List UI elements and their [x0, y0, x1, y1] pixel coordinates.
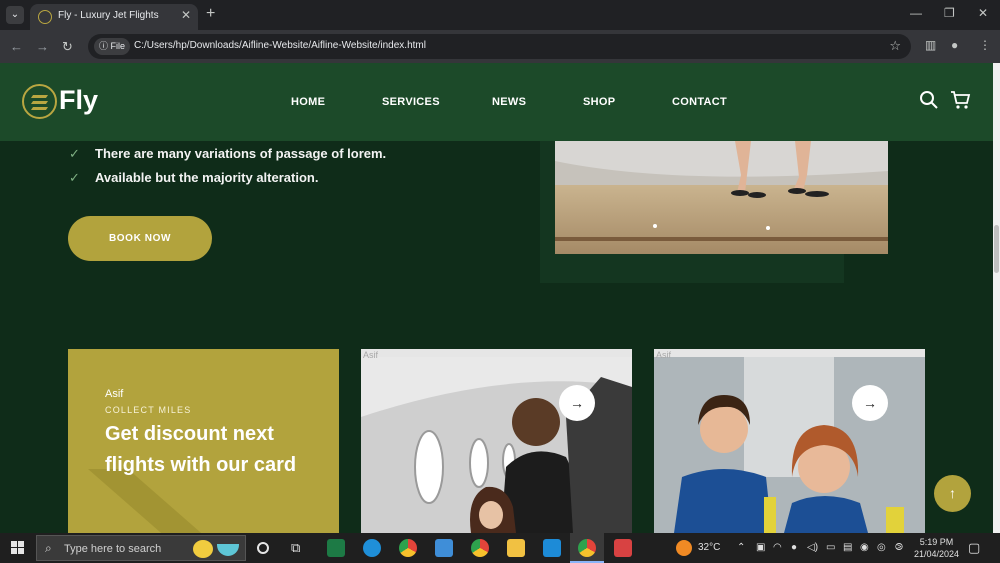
back-arrow-icon[interactable]: ←: [10, 39, 23, 54]
tray-app-icon[interactable]: ▤: [843, 542, 852, 553]
minimize-window-icon[interactable]: —: [910, 6, 922, 20]
taskbar-clock[interactable]: 5:19 PM 21/04/2024: [914, 536, 959, 560]
excel-icon[interactable]: [327, 539, 345, 557]
feature-item: Available but the majority alteration.: [95, 170, 319, 185]
search-icon: ⌕: [45, 541, 52, 555]
page-scrollbar[interactable]: [993, 63, 1000, 533]
browser-tab[interactable]: Fly - Luxury Jet Flights ✕: [30, 4, 198, 30]
tab-search-menu-button[interactable]: ⌄: [6, 6, 24, 24]
arrow-right-icon[interactable]: →: [559, 385, 595, 421]
weather-temperature[interactable]: 32°C: [698, 542, 720, 553]
weather-icon[interactable]: [676, 540, 692, 556]
clock-time: 5:19 PM: [919, 537, 954, 547]
feature-item: There are many variations of passage of …: [95, 146, 387, 161]
browser-tab-bar: ⌄ Fly - Luxury Jet Flights ✕ + — ❐ ✕: [0, 0, 1000, 30]
nav-services[interactable]: SERVICES: [382, 96, 440, 108]
battery-icon[interactable]: ▭: [826, 542, 835, 553]
forward-arrow-icon[interactable]: →: [36, 39, 49, 54]
taskbar-search-input[interactable]: ⌕ Type here to search: [36, 535, 246, 561]
card-label: Asif: [363, 350, 379, 360]
search-icon[interactable]: [919, 90, 939, 110]
notifications-icon[interactable]: ▢: [968, 540, 980, 556]
search-placeholder: Type here to search: [64, 543, 162, 555]
new-tab-button[interactable]: +: [206, 5, 215, 23]
stewardesses-photo: [654, 357, 925, 533]
bowl-icon: [217, 544, 239, 556]
task-view-icon[interactable]: ⧉: [291, 540, 300, 556]
page-content: ✓ There are many variations of passage o…: [0, 141, 993, 533]
nav-home[interactable]: HOME: [291, 96, 325, 108]
nav-contact[interactable]: CONTACT: [672, 96, 727, 108]
laptop-app-icon[interactable]: [435, 539, 453, 557]
cortana-icon[interactable]: [257, 542, 269, 554]
browser-menu-icon[interactable]: ⋮: [979, 38, 991, 52]
address-bar[interactable]: ⓘ File C:/Users/hp/Downloads/Aifline-Web…: [88, 34, 911, 59]
news-card[interactable]: Asif →: [361, 349, 632, 533]
edge-icon[interactable]: [363, 539, 381, 557]
url-text[interactable]: C:/Users/hp/Downloads/Aifline-Website/Ai…: [134, 40, 426, 51]
site-favicon-icon: [38, 10, 52, 24]
volume-icon[interactable]: ◁): [807, 542, 818, 553]
clock-date: 21/04/2024: [914, 549, 960, 559]
cabin-crew-photo: [361, 357, 632, 533]
flight-attendants-photo: [555, 141, 888, 254]
chrome-icon[interactable]: [399, 539, 417, 557]
cart-icon[interactable]: [950, 90, 971, 110]
file-explorer-icon[interactable]: [507, 539, 525, 557]
promo-tag: COLLECT MILES: [105, 405, 192, 415]
language-icon[interactable]: ⧁: [895, 542, 903, 553]
tab-title: Fly - Luxury Jet Flights: [58, 10, 159, 21]
logo-text[interactable]: Fly: [59, 85, 98, 116]
promo-name: Asif: [105, 388, 124, 400]
site-info-chip[interactable]: ⓘ File: [94, 38, 131, 55]
promo-headline: Get discount next flights with our card: [105, 423, 297, 476]
scroll-to-top-button[interactable]: ↑: [934, 475, 971, 512]
chrome-profile-icon[interactable]: [471, 539, 489, 557]
close-tab-icon[interactable]: ✕: [181, 8, 191, 22]
news-card[interactable]: Asif →: [654, 349, 925, 533]
nav-news[interactable]: NEWS: [492, 96, 526, 108]
check-icon: ✓: [69, 146, 80, 161]
book-now-button[interactable]: BOOK NOW: [68, 216, 212, 261]
check-icon: ✓: [69, 170, 80, 185]
site-header: Fly HOME SERVICES NEWS SHOP CONTACT: [0, 63, 993, 141]
side-panel-icon[interactable]: ▥: [925, 38, 936, 52]
collect-miles-card[interactable]: Asif COLLECT MILES Get discount next fli…: [68, 349, 339, 533]
chrome-icon: [578, 539, 596, 557]
bookmark-star-icon[interactable]: ☆: [889, 38, 901, 54]
browser-toolbar: ← → ↻ ⓘ File C:/Users/hp/Downloads/Aifli…: [0, 30, 1000, 63]
video-recorder-icon[interactable]: [614, 539, 632, 557]
reload-icon[interactable]: ↻: [62, 39, 73, 55]
windows-start-icon[interactable]: [11, 541, 25, 555]
profile-icon[interactable]: ●: [951, 38, 958, 52]
close-window-icon[interactable]: ✕: [978, 6, 988, 20]
tray-app-icon[interactable]: ◎: [877, 542, 886, 553]
restore-window-icon[interactable]: ❐: [944, 6, 955, 20]
file-chip-label: File: [110, 41, 126, 51]
tray-app-icon[interactable]: ▣: [756, 542, 765, 553]
nav-shop[interactable]: SHOP: [583, 96, 615, 108]
card-label: Asif: [656, 350, 672, 360]
wifi-icon[interactable]: ◠: [773, 542, 782, 553]
vscode-icon[interactable]: [543, 539, 561, 557]
windows-taskbar: ⌕ Type here to search ⧉ 32°C ⌃ ▣ ◠ ● ◁) …: [0, 533, 1000, 563]
arrow-right-icon[interactable]: →: [852, 385, 888, 421]
logo-mark-icon[interactable]: [22, 84, 57, 119]
tray-app-icon[interactable]: ◉: [860, 542, 869, 553]
scrollbar-thumb[interactable]: [994, 225, 999, 273]
tray-chevron-icon[interactable]: ⌃: [737, 542, 745, 553]
bananas-icon: [193, 540, 213, 558]
active-chrome-taskbar-item[interactable]: [570, 533, 604, 563]
microphone-icon[interactable]: ●: [791, 542, 797, 553]
